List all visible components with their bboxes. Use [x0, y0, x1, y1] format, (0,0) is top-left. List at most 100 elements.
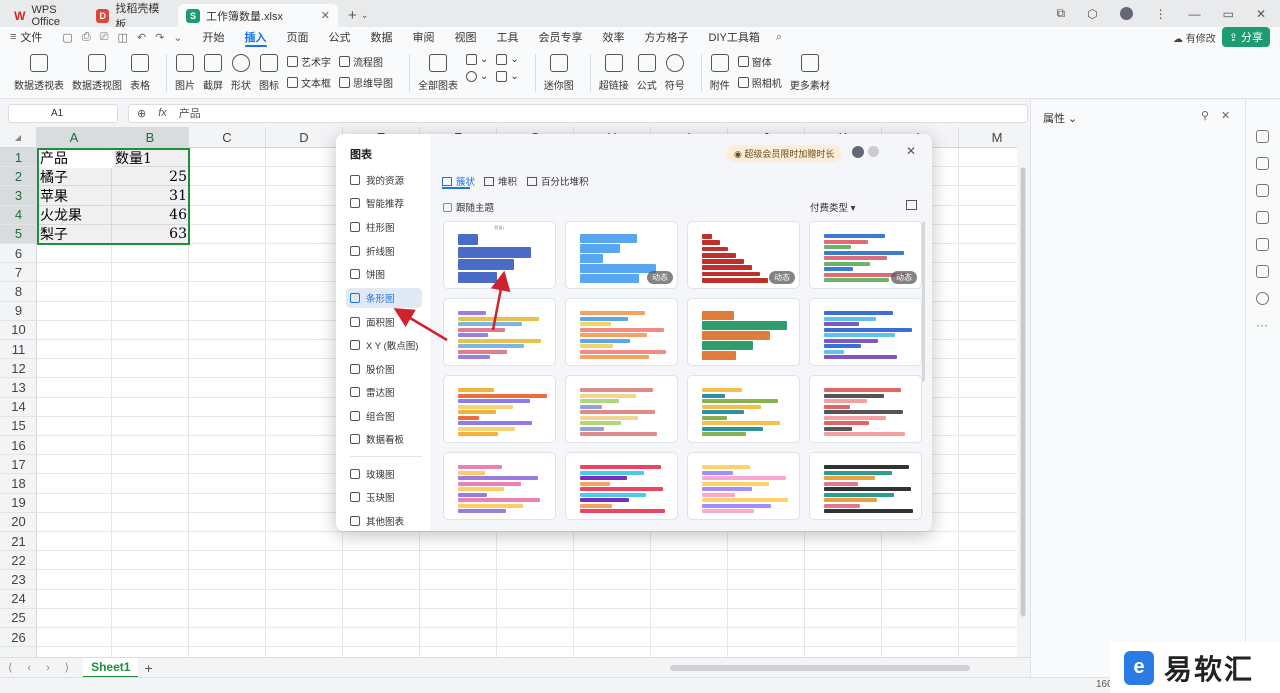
column-header-a[interactable]: A — [37, 127, 112, 148]
cell-b1[interactable]: 数量1 — [112, 148, 190, 167]
cell-b5[interactable]: 63 — [112, 225, 190, 244]
sheet-tab-sheet1[interactable]: Sheet1 — [83, 657, 139, 678]
chart-thumbnail-11[interactable] — [809, 375, 922, 443]
shapes-icon[interactable] — [1256, 211, 1269, 224]
follow-theme-checkbox[interactable]: 跟随主题 — [443, 200, 494, 214]
row-header-8[interactable]: 8 — [0, 282, 37, 302]
icon-button[interactable]: 图标 — [259, 54, 279, 92]
art-text-button[interactable]: 艺术字 — [287, 54, 331, 69]
formula-button[interactable]: 公式 — [637, 54, 657, 92]
minimize-icon[interactable]: — — [1189, 7, 1201, 21]
chart-nav-item-12[interactable]: 玫瑰图 — [346, 464, 422, 484]
line-chart-dropdown[interactable]: ⌄ — [496, 54, 519, 65]
undo-icon[interactable]: ↶ — [137, 31, 146, 44]
pivot-table-button[interactable]: 数据透视表 — [14, 54, 64, 92]
row-header-3[interactable]: 3 — [0, 186, 37, 206]
chart-thumbnail-2[interactable]: 动态 — [687, 221, 800, 289]
scatter-chart-dropdown[interactable]: ⌄ — [496, 71, 519, 82]
promo-badge[interactable]: ◉ 超级会员限时加赠时长 — [726, 145, 843, 162]
pie-chart-dropdown[interactable]: ⌄ — [466, 71, 488, 82]
row-header-7[interactable]: 7 — [0, 263, 37, 283]
column-header-b[interactable]: B — [112, 127, 189, 148]
help-icon[interactable] — [1256, 292, 1269, 305]
row-header-5[interactable]: 5 — [0, 224, 37, 244]
chart-thumbnail-15[interactable] — [809, 452, 922, 520]
screenshot-button[interactable]: 截屏 — [203, 54, 223, 92]
file-menu[interactable]: 文件 — [16, 27, 52, 47]
filter-icon[interactable] — [1256, 184, 1269, 197]
search-icon[interactable]: ⌕ — [776, 31, 782, 44]
column-header-d[interactable]: D — [266, 127, 343, 148]
row-header-18[interactable]: 18 — [0, 474, 37, 494]
row-header-20[interactable]: 20 — [0, 513, 37, 532]
menu-view[interactable]: 视图 — [445, 27, 487, 47]
chart-nav-item-6[interactable]: 面积图 — [346, 312, 422, 332]
row-header-15[interactable]: 15 — [0, 417, 37, 436]
subtab-stacked[interactable]: 堆积 — [484, 174, 517, 188]
tab-wps-office[interactable]: W WPS Office — [6, 4, 86, 28]
pivot-chart-button[interactable]: 数据透视图 — [72, 54, 122, 92]
row-header-11[interactable]: 11 — [0, 340, 37, 360]
share-button[interactable]: ⇪ 分享 — [1221, 27, 1270, 47]
row-header-10[interactable]: 10 — [0, 321, 37, 340]
window-form-button[interactable]: 窗体 — [737, 54, 782, 69]
cell-b3[interactable]: 31 — [112, 186, 190, 205]
row-header-17[interactable]: 17 — [0, 455, 37, 475]
more-material-button[interactable]: 更多素材 — [790, 54, 830, 92]
sheet-nav-arrows[interactable]: ⟨ ‹ › ⟩ — [8, 661, 75, 674]
menu-tools[interactable]: 工具 — [487, 27, 529, 47]
menu-start[interactable]: 开始 — [193, 27, 235, 47]
close-panel-icon[interactable]: ✕ — [1221, 109, 1230, 122]
row-header-25[interactable]: 25 — [0, 609, 37, 628]
style-icon[interactable] — [1256, 157, 1269, 170]
window-mode-icon[interactable]: ⧉ — [1057, 6, 1066, 21]
menu-data[interactable]: 数据 — [361, 27, 403, 47]
row-header-19[interactable]: 19 — [0, 494, 37, 513]
close-dialog-icon[interactable]: ✕ — [906, 144, 916, 158]
library-icon[interactable] — [1256, 265, 1269, 278]
scroll-thumb[interactable] — [1020, 167, 1026, 617]
grid-view-icon[interactable] — [906, 200, 917, 210]
chart-thumbnail-8[interactable] — [443, 375, 556, 443]
tools-icon[interactable] — [1256, 238, 1269, 251]
cell-a2[interactable]: 橘子 — [37, 167, 112, 186]
print-icon[interactable]: ⎚ — [100, 31, 109, 44]
row-header-4[interactable]: 4 — [0, 205, 37, 225]
row-header-12[interactable]: 12 — [0, 359, 37, 379]
menu-page[interactable]: 页面 — [277, 27, 319, 47]
cell-a3[interactable]: 苹果 — [37, 186, 112, 205]
more-icon[interactable]: ⋮ — [1155, 7, 1167, 21]
chart-nav-item-5[interactable]: 条形图 — [346, 288, 422, 308]
chart-nav-item-14[interactable]: 其他图表 — [346, 511, 422, 531]
zoom-search-icon[interactable]: ⊕ — [137, 107, 146, 120]
avatar[interactable] — [1119, 7, 1133, 20]
more-options-icon[interactable]: ··· — [1256, 318, 1268, 332]
menu-member[interactable]: 会员专享 — [529, 27, 593, 47]
chart-thumbnail-13[interactable] — [565, 452, 678, 520]
gallery-scrollbar[interactable] — [922, 222, 925, 382]
column-header-m[interactable]: M — [959, 127, 1017, 148]
customize-icon[interactable]: ⌄ — [173, 31, 182, 44]
shape-button[interactable]: 形状 — [231, 54, 251, 92]
chart-thumbnail-10[interactable] — [687, 375, 800, 443]
chart-nav-item-11[interactable]: 数据看板 — [346, 429, 422, 449]
row-header-24[interactable]: 24 — [0, 590, 37, 609]
column-chart-dropdown[interactable]: ⌄ — [466, 54, 488, 65]
chart-thumbnail-7[interactable] — [809, 298, 922, 366]
close-tab-icon[interactable]: ✕ — [321, 9, 330, 22]
pin-icon[interactable]: ⚲ — [1201, 109, 1209, 122]
chart-thumbnail-0[interactable]: 数量1 — [443, 221, 556, 289]
chart-thumbnail-1[interactable]: 动态 — [565, 221, 678, 289]
dialog-avatar[interactable] — [852, 146, 864, 158]
export-icon[interactable]: ⎙ — [82, 31, 91, 44]
close-window-icon[interactable]: ✕ — [1256, 7, 1266, 21]
cell-a1[interactable]: 产品 — [37, 148, 112, 167]
select-all-corner[interactable]: ◢ — [0, 127, 37, 148]
text-box-button[interactable]: 文本框 — [287, 75, 331, 90]
properties-title[interactable]: 属性 ⌄ — [1043, 110, 1077, 126]
menu-formula[interactable]: 公式 — [319, 27, 361, 47]
preview-icon[interactable]: ◫ — [117, 31, 127, 44]
camera-button[interactable]: 照相机 — [737, 75, 782, 90]
chart-nav-item-0[interactable]: 我的资源 — [346, 170, 422, 190]
row-header-26[interactable]: 26 — [0, 628, 37, 648]
